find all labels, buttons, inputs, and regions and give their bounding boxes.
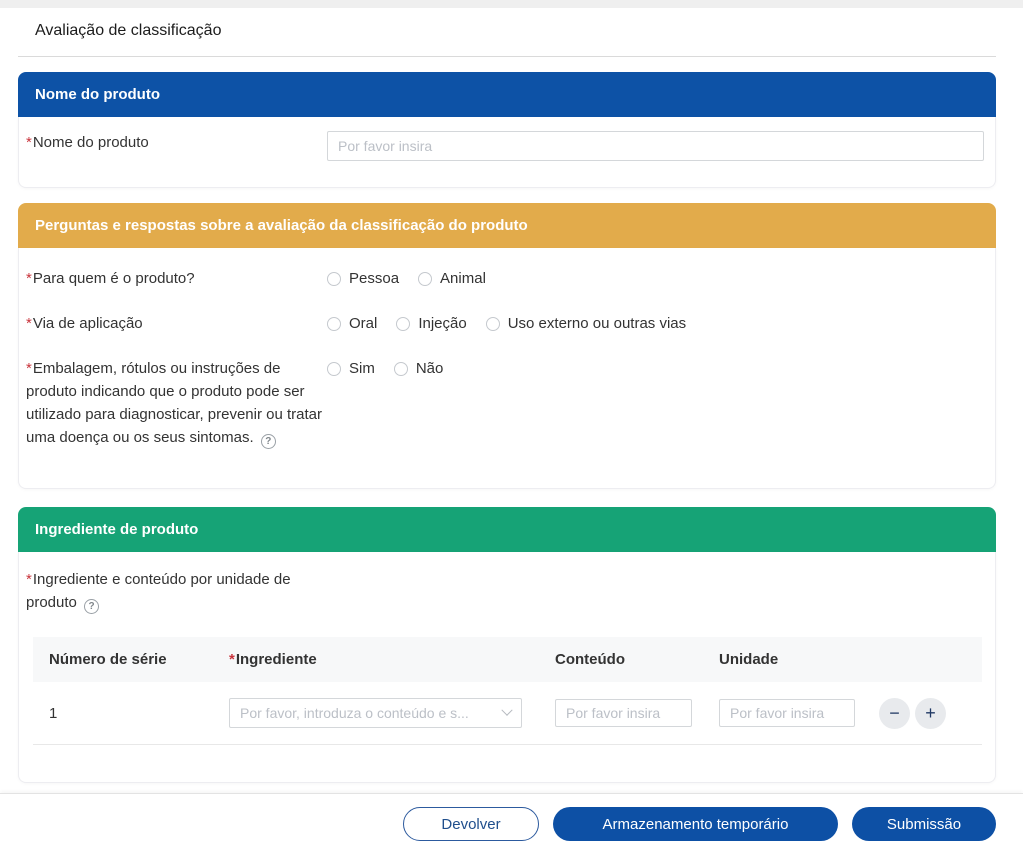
product-name-label: *Nome do produto <box>19 131 327 154</box>
serial-number-cell: 1 <box>33 705 229 722</box>
questions-card-title: Perguntas e respostas sobre a avaliação … <box>35 217 528 234</box>
minus-icon: − <box>889 704 900 722</box>
radio-circle-icon <box>486 317 500 331</box>
radio-circle-icon <box>396 317 410 331</box>
questions-card: Perguntas e respostas sobre a avaliação … <box>18 203 996 489</box>
ingredients-table-header: Número de série *Ingrediente Conteúdo Un… <box>33 637 982 682</box>
unit-input[interactable] <box>719 699 855 727</box>
footer-action-bar: Devolver Armazenamento temporário Submis… <box>0 793 1023 852</box>
radio-injecao[interactable]: Injeção <box>396 315 466 332</box>
submit-button[interactable]: Submissão <box>852 807 996 841</box>
questions-card-header: Perguntas e respostas sobre a avaliação … <box>18 203 996 248</box>
column-header-unit: Unidade <box>719 651 871 668</box>
column-header-ingredient: *Ingrediente <box>229 651 555 668</box>
question-row-packaging: *Embalagem, rótulos ou instruções de pro… <box>19 357 995 449</box>
top-strip <box>0 0 1023 8</box>
product-name-input[interactable] <box>327 131 984 161</box>
return-button[interactable]: Devolver <box>403 807 539 841</box>
ingredient-field-label: *Ingrediente e conteúdo por unidade de p… <box>19 568 319 614</box>
radio-circle-icon <box>327 317 341 331</box>
question-packaging-label: *Embalagem, rótulos ou instruções de pro… <box>19 357 327 449</box>
question-row-route: *Via de aplicação Oral Injeção Uso exter… <box>19 312 995 335</box>
remove-row-button[interactable]: − <box>879 698 910 729</box>
required-asterisk: * <box>26 134 32 151</box>
product-name-card-header: Nome do produto <box>18 72 996 117</box>
question-row-target: *Para quem é o produto? Pessoa Animal <box>19 267 995 290</box>
add-row-button[interactable]: + <box>915 698 946 729</box>
question-target-label: *Para quem é o produto? <box>19 267 327 290</box>
form-page: Avaliação de classificação Nome do produ… <box>0 8 1023 783</box>
ingredients-table: Número de série *Ingrediente Conteúdo Un… <box>33 637 982 745</box>
ingredient-select[interactable]: Por favor, introduza o conteúdo e s... <box>229 698 522 728</box>
page-title: Avaliação de classificação <box>18 8 996 40</box>
column-header-content: Conteúdo <box>555 651 719 668</box>
question-route-label: *Via de aplicação <box>19 312 327 335</box>
radio-circle-icon <box>394 362 408 376</box>
plus-icon: + <box>925 704 936 722</box>
temp-storage-button[interactable]: Armazenamento temporário <box>553 807 838 841</box>
ingredients-card-header: Ingrediente de produto <box>18 507 996 552</box>
help-icon[interactable]: ? <box>84 599 99 614</box>
radio-circle-icon <box>327 362 341 376</box>
radio-pessoa[interactable]: Pessoa <box>327 270 399 287</box>
product-name-card: Nome do produto *Nome do produto <box>18 72 996 188</box>
help-icon[interactable]: ? <box>261 434 276 449</box>
content-input[interactable] <box>555 699 692 727</box>
radio-sim[interactable]: Sim <box>327 360 375 377</box>
ingredient-select-placeholder: Por favor, introduza o conteúdo e s... <box>240 705 469 721</box>
title-divider <box>18 56 996 57</box>
table-row: 1 Por favor, introduza o conteúdo e s... <box>33 682 982 745</box>
ingredients-card: Ingrediente de produto *Ingrediente e co… <box>18 507 996 783</box>
radio-circle-icon <box>327 272 341 286</box>
radio-nao[interactable]: Não <box>394 360 444 377</box>
radio-animal[interactable]: Animal <box>418 270 486 287</box>
radio-circle-icon <box>418 272 432 286</box>
column-header-serial: Número de série <box>33 651 229 668</box>
product-name-card-title: Nome do produto <box>35 86 160 103</box>
ingredients-card-title: Ingrediente de produto <box>35 521 198 538</box>
radio-oral[interactable]: Oral <box>327 315 377 332</box>
radio-uso-externo[interactable]: Uso externo ou outras vias <box>486 315 686 332</box>
chevron-down-icon <box>501 705 512 716</box>
